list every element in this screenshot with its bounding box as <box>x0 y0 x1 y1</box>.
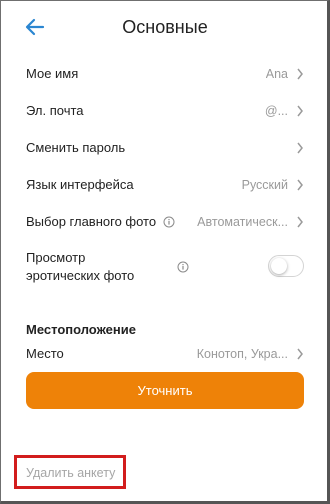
info-icon[interactable] <box>177 261 189 273</box>
chevron-right-icon <box>297 179 303 190</box>
setting-label: Просмотр эротических фото <box>26 250 135 283</box>
setting-label: Выбор главного фото <box>26 214 157 229</box>
setting-row-main-photo[interactable]: Выбор главного фото Автоматическ... <box>26 203 304 240</box>
setting-label: Сменить пароль <box>26 140 126 155</box>
setting-row-email[interactable]: Эл. почта @... <box>26 92 304 129</box>
setting-row-name[interactable]: Мое имя Ana <box>26 55 304 92</box>
setting-label: Место <box>26 346 64 361</box>
chevron-right-icon <box>297 348 303 359</box>
page-title: Основные <box>122 17 208 37</box>
toggle-knob <box>271 258 287 274</box>
setting-row-place[interactable]: Место Конотоп, Укра... <box>26 335 304 372</box>
chevron-right-icon <box>297 105 303 116</box>
setting-value: Автоматическ... <box>197 214 288 229</box>
delete-profile-link[interactable]: Удалить анкету <box>26 466 115 480</box>
setting-label: Мое имя <box>26 66 79 81</box>
chevron-right-icon <box>297 216 303 227</box>
setting-value: Конотоп, Укра... <box>196 346 288 361</box>
setting-value: Русский <box>241 177 288 192</box>
setting-row-language[interactable]: Язык интерфейса Русский <box>26 166 304 203</box>
erotic-photos-toggle[interactable] <box>268 255 304 277</box>
setting-row-password[interactable]: Сменить пароль <box>26 129 304 166</box>
chevron-right-icon <box>297 142 303 153</box>
header: Основные <box>0 0 330 56</box>
setting-label: Эл. почта <box>26 103 84 118</box>
setting-value: @... <box>264 103 288 118</box>
info-icon[interactable] <box>163 216 175 228</box>
chevron-right-icon <box>297 68 303 79</box>
setting-label: Язык интерфейса <box>26 177 134 192</box>
refine-location-button[interactable]: Уточнить <box>26 372 304 409</box>
setting-value: Ana <box>265 66 288 81</box>
setting-row-erotic-photos: Просмотр эротических фото <box>26 249 304 293</box>
